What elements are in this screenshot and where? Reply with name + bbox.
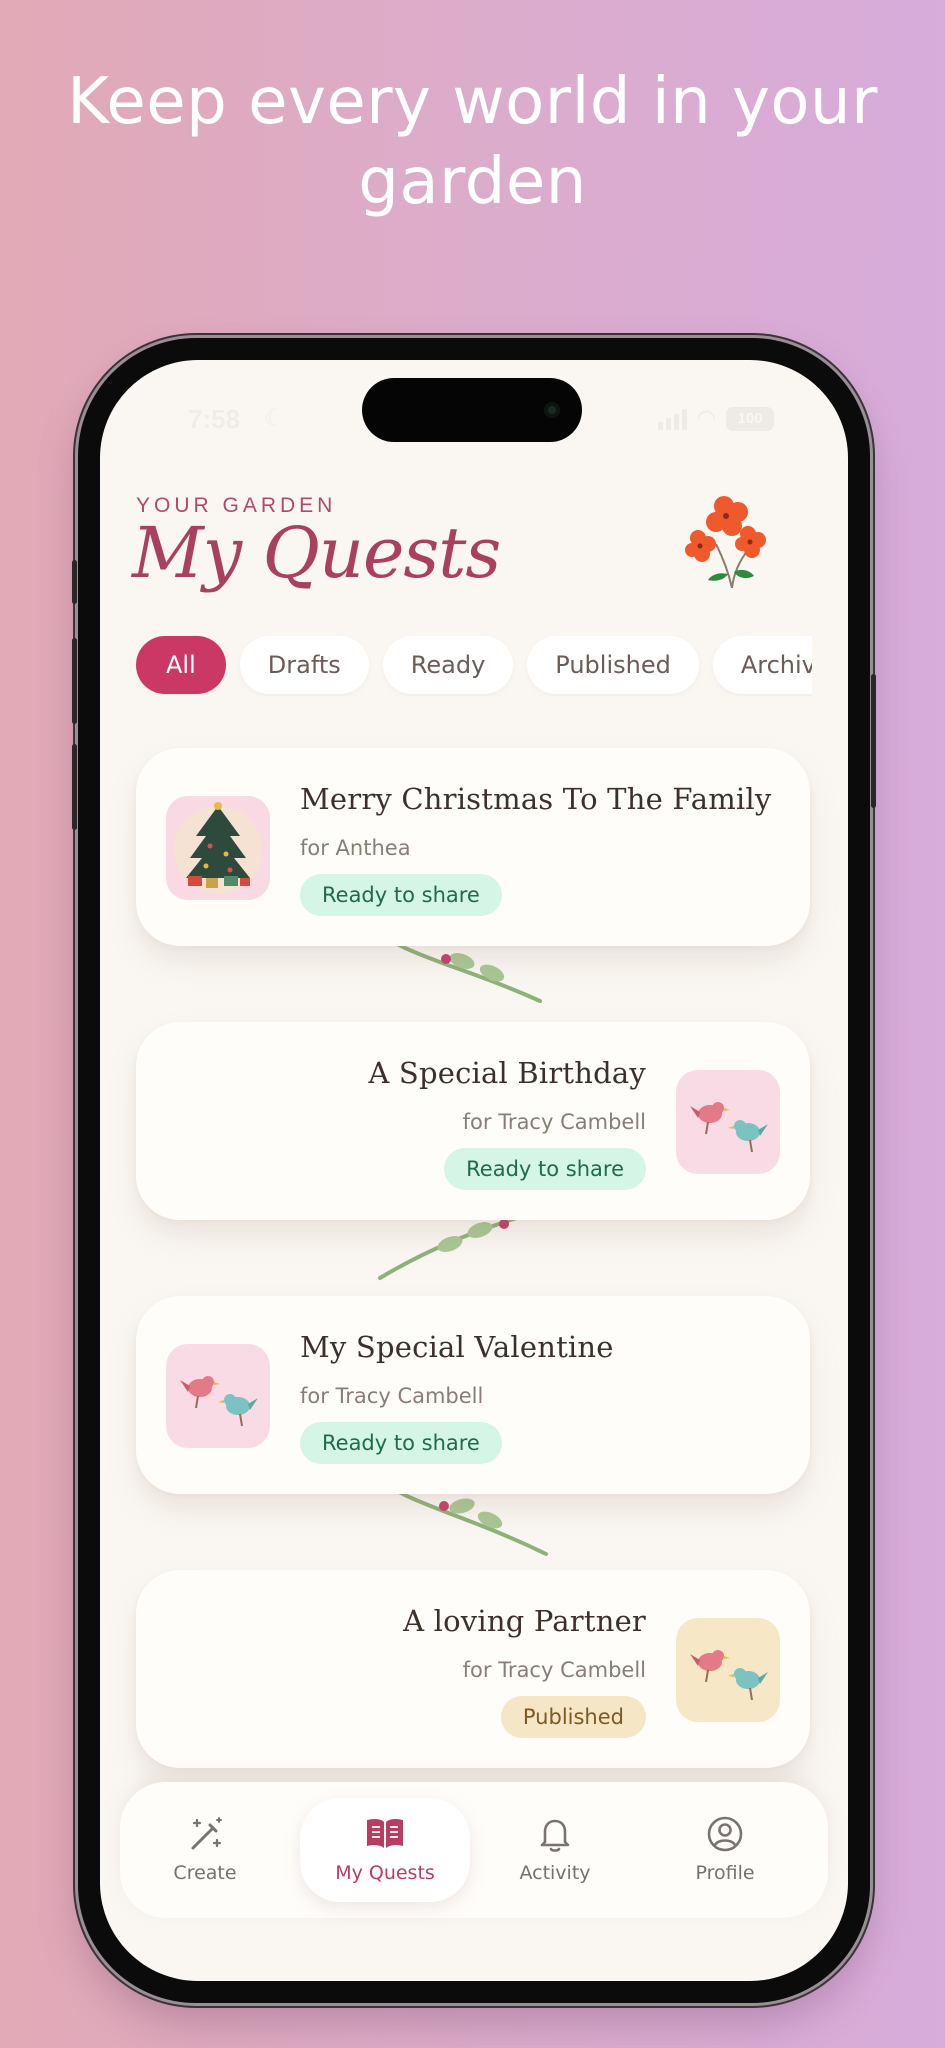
flower-logo-icon <box>685 496 766 589</box>
tab-activity[interactable]: Activity <box>470 1798 640 1902</box>
bottom-tab-bar: Create My Quests Activity Profile <box>120 1782 828 1918</box>
filter-chip-archived[interactable]: Archived <box>712 636 812 694</box>
lovebirds-icon <box>166 1344 270 1448</box>
status-indicators: ◠ 100 <box>657 406 774 431</box>
lovebirds-icon <box>676 1618 780 1722</box>
quest-recipient: for Anthea <box>300 836 411 860</box>
filter-chips: All Drafts Ready Published Archived <box>136 636 812 696</box>
tab-label: Create <box>173 1862 237 1884</box>
power-button <box>871 674 876 808</box>
tab-label: My Quests <box>335 1862 435 1884</box>
quest-title: A Special Birthday <box>368 1056 646 1090</box>
filter-chip-drafts[interactable]: Drafts <box>239 636 369 694</box>
volume-down-button <box>72 744 77 830</box>
moon-icon: ☾ <box>264 404 286 432</box>
quest-card[interactable]: A Special Birthday for Tracy Cambell Rea… <box>136 1022 810 1220</box>
tab-profile[interactable]: Profile <box>640 1798 810 1902</box>
filter-chip-all[interactable]: All <box>136 636 226 694</box>
magic-wand-icon <box>191 1817 222 1850</box>
app-screen: 7:58 ☾ ◠ 100 YOUR GARDEN My Quests All D… <box>100 360 848 1981</box>
tab-label: Profile <box>695 1862 755 1884</box>
quest-card[interactable]: Merry Christmas To The Family for Anthea… <box>136 748 810 946</box>
quest-card[interactable]: My Special Valentine for Tracy Cambell R… <box>136 1296 810 1494</box>
lovebirds-icon <box>676 1070 780 1174</box>
quest-title: A loving Partner <box>403 1604 646 1638</box>
status-badge: Published <box>500 1696 646 1738</box>
tab-label: Activity <box>519 1862 591 1884</box>
filter-chip-published[interactable]: Published <box>527 636 699 694</box>
camera-icon <box>544 402 560 418</box>
quest-recipient: for Tracy Cambell <box>300 1384 484 1408</box>
wifi-icon: ◠ <box>696 406 716 431</box>
headline: Keep every world in your garden <box>67 65 878 219</box>
quest-title: My Special Valentine <box>300 1330 614 1364</box>
filter-chip-ready[interactable]: Ready <box>382 636 514 694</box>
dynamic-island <box>362 378 582 442</box>
quest-card[interactable]: A loving Partner for Tracy Cambell Publi… <box>136 1570 810 1768</box>
christmas-tree-icon <box>166 796 270 900</box>
status-badge: Ready to share <box>444 1148 646 1190</box>
quest-title: Merry Christmas To The Family <box>300 782 772 816</box>
volume-up-button <box>72 638 77 724</box>
tab-my-quests[interactable]: My Quests <box>300 1798 470 1902</box>
status-badge: Ready to share <box>300 874 502 916</box>
quest-recipient: for Tracy Cambell <box>462 1110 646 1134</box>
cellular-signal-icon <box>657 408 687 430</box>
page-title: My Quests <box>132 512 501 594</box>
profile-icon <box>707 1816 743 1852</box>
phone-frame: 7:58 ☾ ◠ 100 YOUR GARDEN My Quests All D… <box>72 338 876 2003</box>
mute-switch <box>72 560 77 604</box>
tab-create[interactable]: Create <box>120 1798 290 1902</box>
status-badge: Ready to share <box>300 1422 502 1464</box>
battery-icon: 100 <box>726 406 774 431</box>
quest-recipient: for Tracy Cambell <box>462 1658 646 1682</box>
status-time: 7:58 <box>188 404 241 434</box>
open-book-icon <box>367 1818 403 1848</box>
bell-icon <box>540 1819 570 1852</box>
